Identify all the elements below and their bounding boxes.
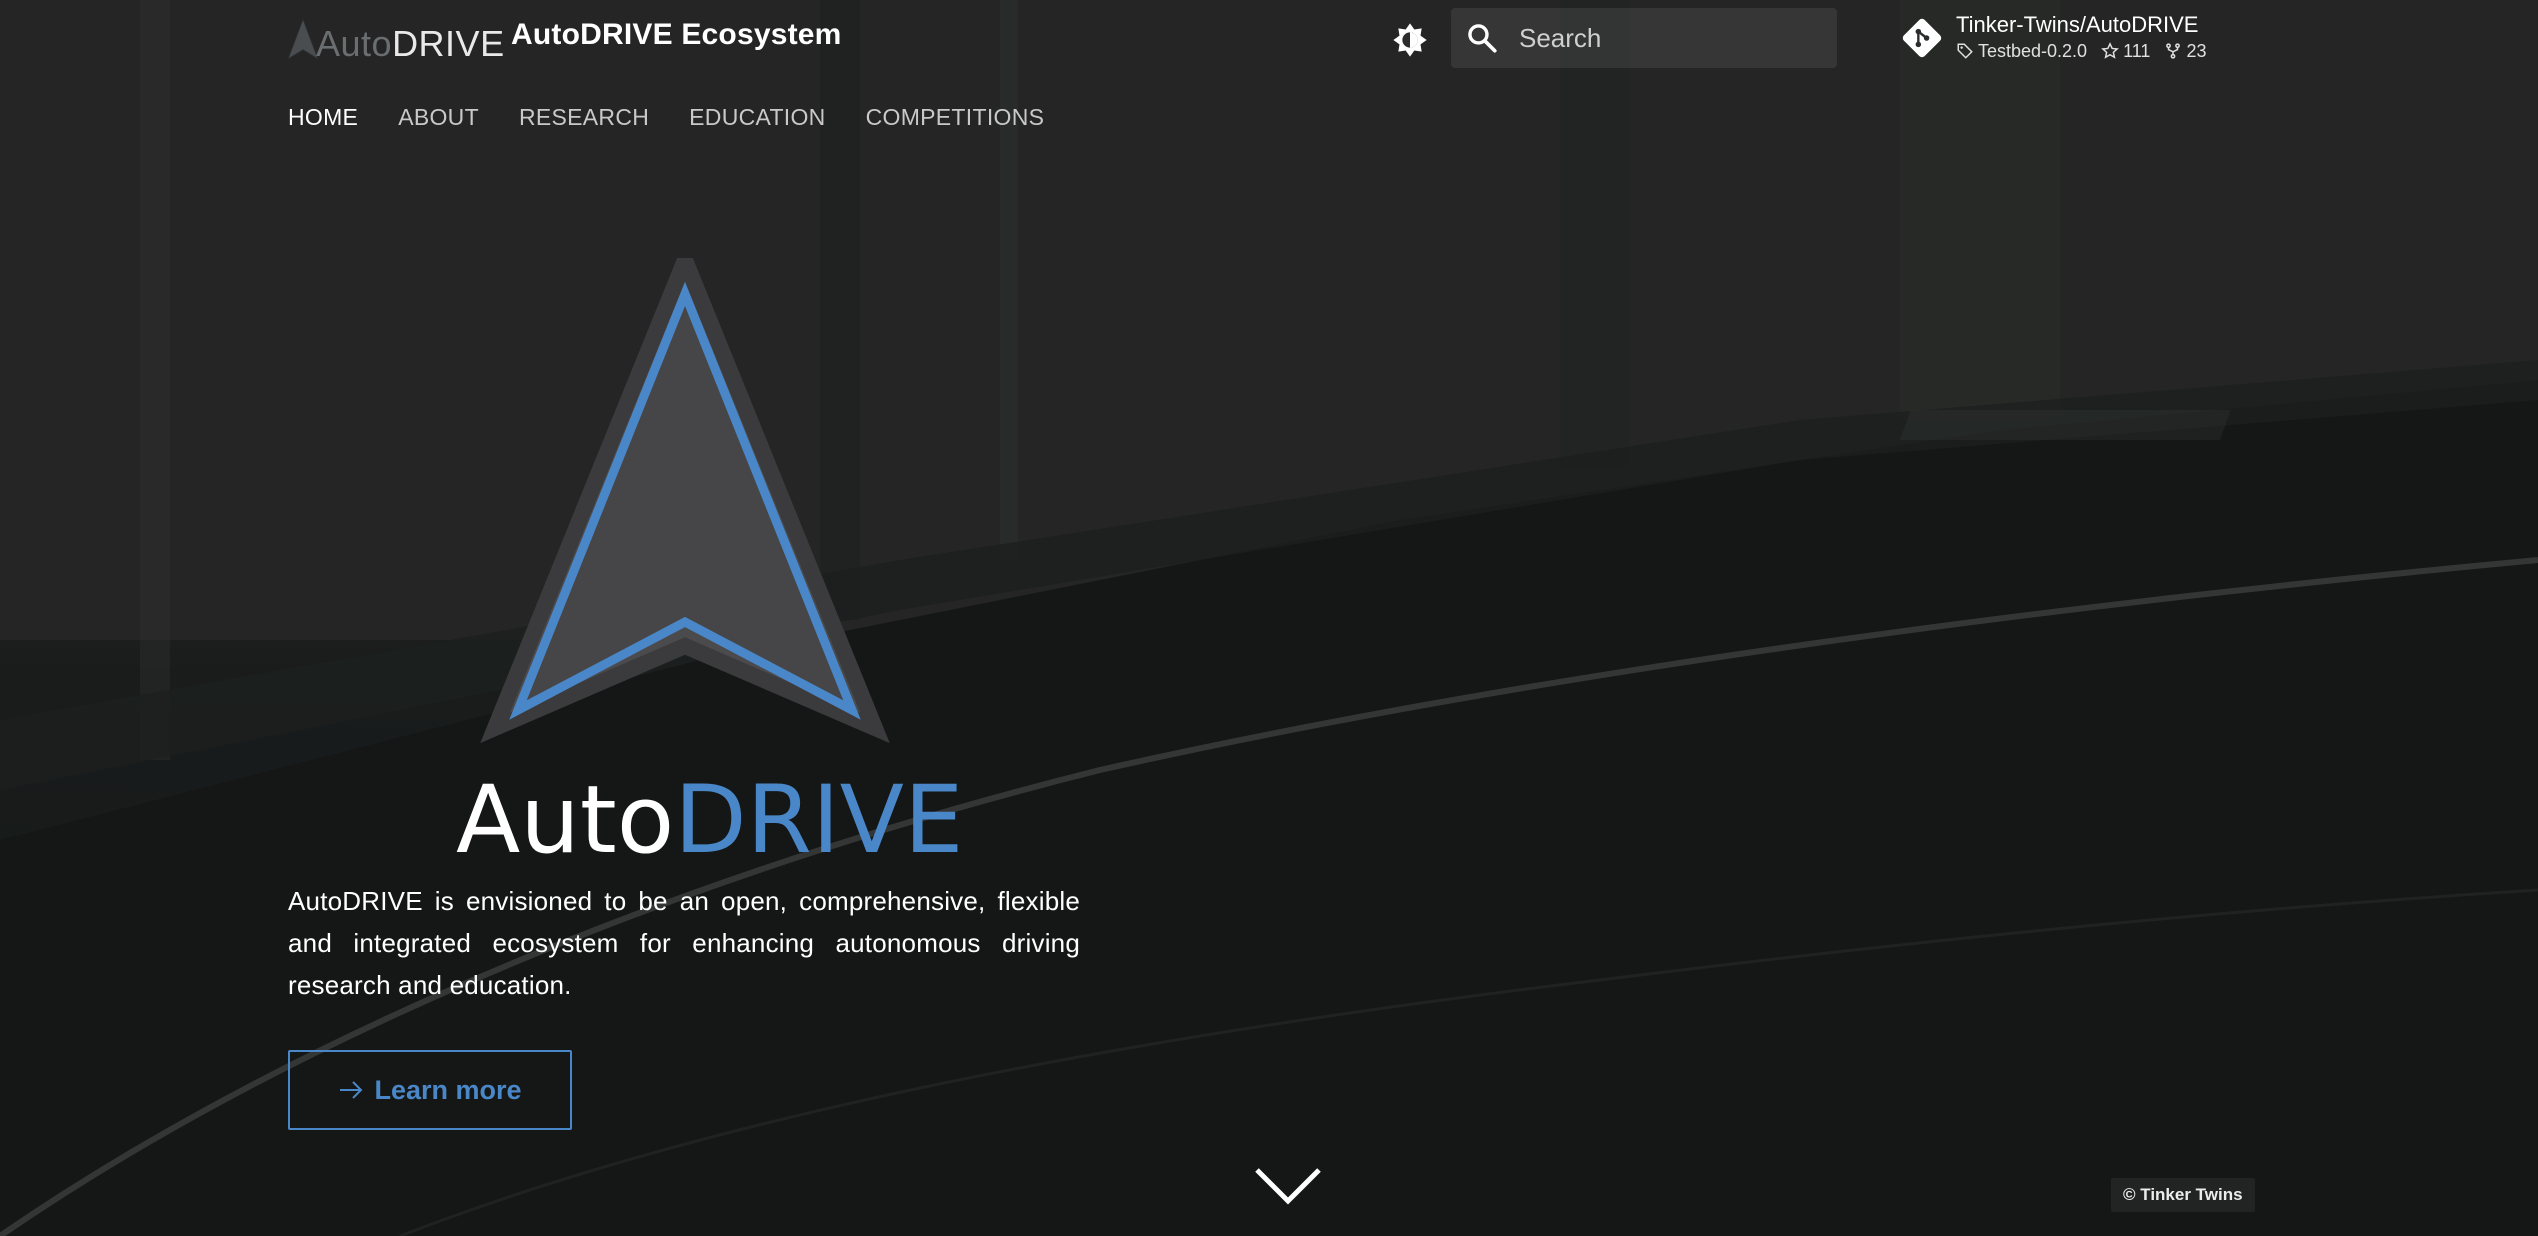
- theme-toggle-button[interactable]: [1390, 20, 1430, 60]
- fork-icon: [2166, 43, 2181, 59]
- tab-research[interactable]: RESEARCH: [519, 104, 649, 131]
- copyright-badge: © Tinker Twins: [2111, 1178, 2255, 1212]
- chevron-down-icon: [1255, 1168, 1321, 1205]
- logo-wordmark: AutoDRIVE: [316, 23, 505, 65]
- search-input[interactable]: [1517, 21, 1821, 55]
- hero-wordmark-drive: DRIVE: [674, 766, 964, 875]
- logo-wordmark-auto: Auto: [316, 23, 393, 64]
- repo-stars: 111: [2101, 40, 2150, 62]
- autodrive-arrow-icon: [480, 238, 890, 744]
- tab-education[interactable]: EDUCATION: [689, 104, 825, 131]
- header: AutoDRIVE AutoDRIVE Ecosystem Search Tin…: [0, 0, 2538, 80]
- brightness-icon: [1393, 23, 1427, 57]
- repo-version: Testbed-0.2.0: [1956, 40, 2087, 62]
- tag-icon: [1957, 43, 1973, 59]
- learn-more-button[interactable]: Learn more: [288, 1050, 572, 1130]
- repo-forks: 23: [2164, 40, 2206, 62]
- tab-about[interactable]: ABOUT: [398, 104, 479, 131]
- logo-arrow-icon: [287, 17, 319, 61]
- repo-name: Tinker-Twins/AutoDRIVE: [1956, 12, 2199, 37]
- repo-link[interactable]: Tinker-Twins/AutoDRIVE Testbed-0.2.0 111…: [1900, 10, 2220, 62]
- logo-wordmark-drive: DRIVE: [392, 23, 505, 64]
- tab-competitions[interactable]: COMPETITIONS: [866, 104, 1045, 131]
- page: AutoDRIVE AutoDRIVE Ecosystem Search Tin…: [0, 0, 2538, 1236]
- hero-wordmark: AutoDRIVE: [456, 766, 963, 876]
- star-icon: [2101, 42, 2119, 59]
- hero-logo: [480, 238, 890, 783]
- search-icon: [1468, 24, 1497, 53]
- scroll-down-button[interactable]: [1253, 1164, 1323, 1208]
- hero-wordmark-auto: Auto: [456, 766, 675, 875]
- repo-facts: Testbed-0.2.0 111 23: [1956, 40, 2220, 62]
- repo-forks-count: 23: [2186, 41, 2207, 61]
- git-icon: [1902, 18, 1942, 58]
- nav-tabs: HOME ABOUT RESEARCH EDUCATION COMPETITIO…: [288, 104, 1084, 131]
- search-bar[interactable]: [1451, 8, 1837, 68]
- tab-home[interactable]: HOME: [288, 104, 358, 131]
- learn-more-label: Learn more: [374, 1074, 522, 1105]
- site-title[interactable]: AutoDRIVE Ecosystem: [511, 18, 842, 52]
- repo-stars-count: 111: [2123, 41, 2151, 61]
- brand-logo[interactable]: AutoDRIVE: [286, 14, 505, 64]
- repo-version-text: Testbed-0.2.0: [1978, 41, 2088, 61]
- repo-info: Tinker-Twins/AutoDRIVE Testbed-0.2.0 111…: [1956, 10, 2220, 62]
- arrow-right-icon: [338, 1080, 364, 1100]
- hero-description: AutoDRIVE is envisioned to be an open, c…: [288, 886, 1080, 1000]
